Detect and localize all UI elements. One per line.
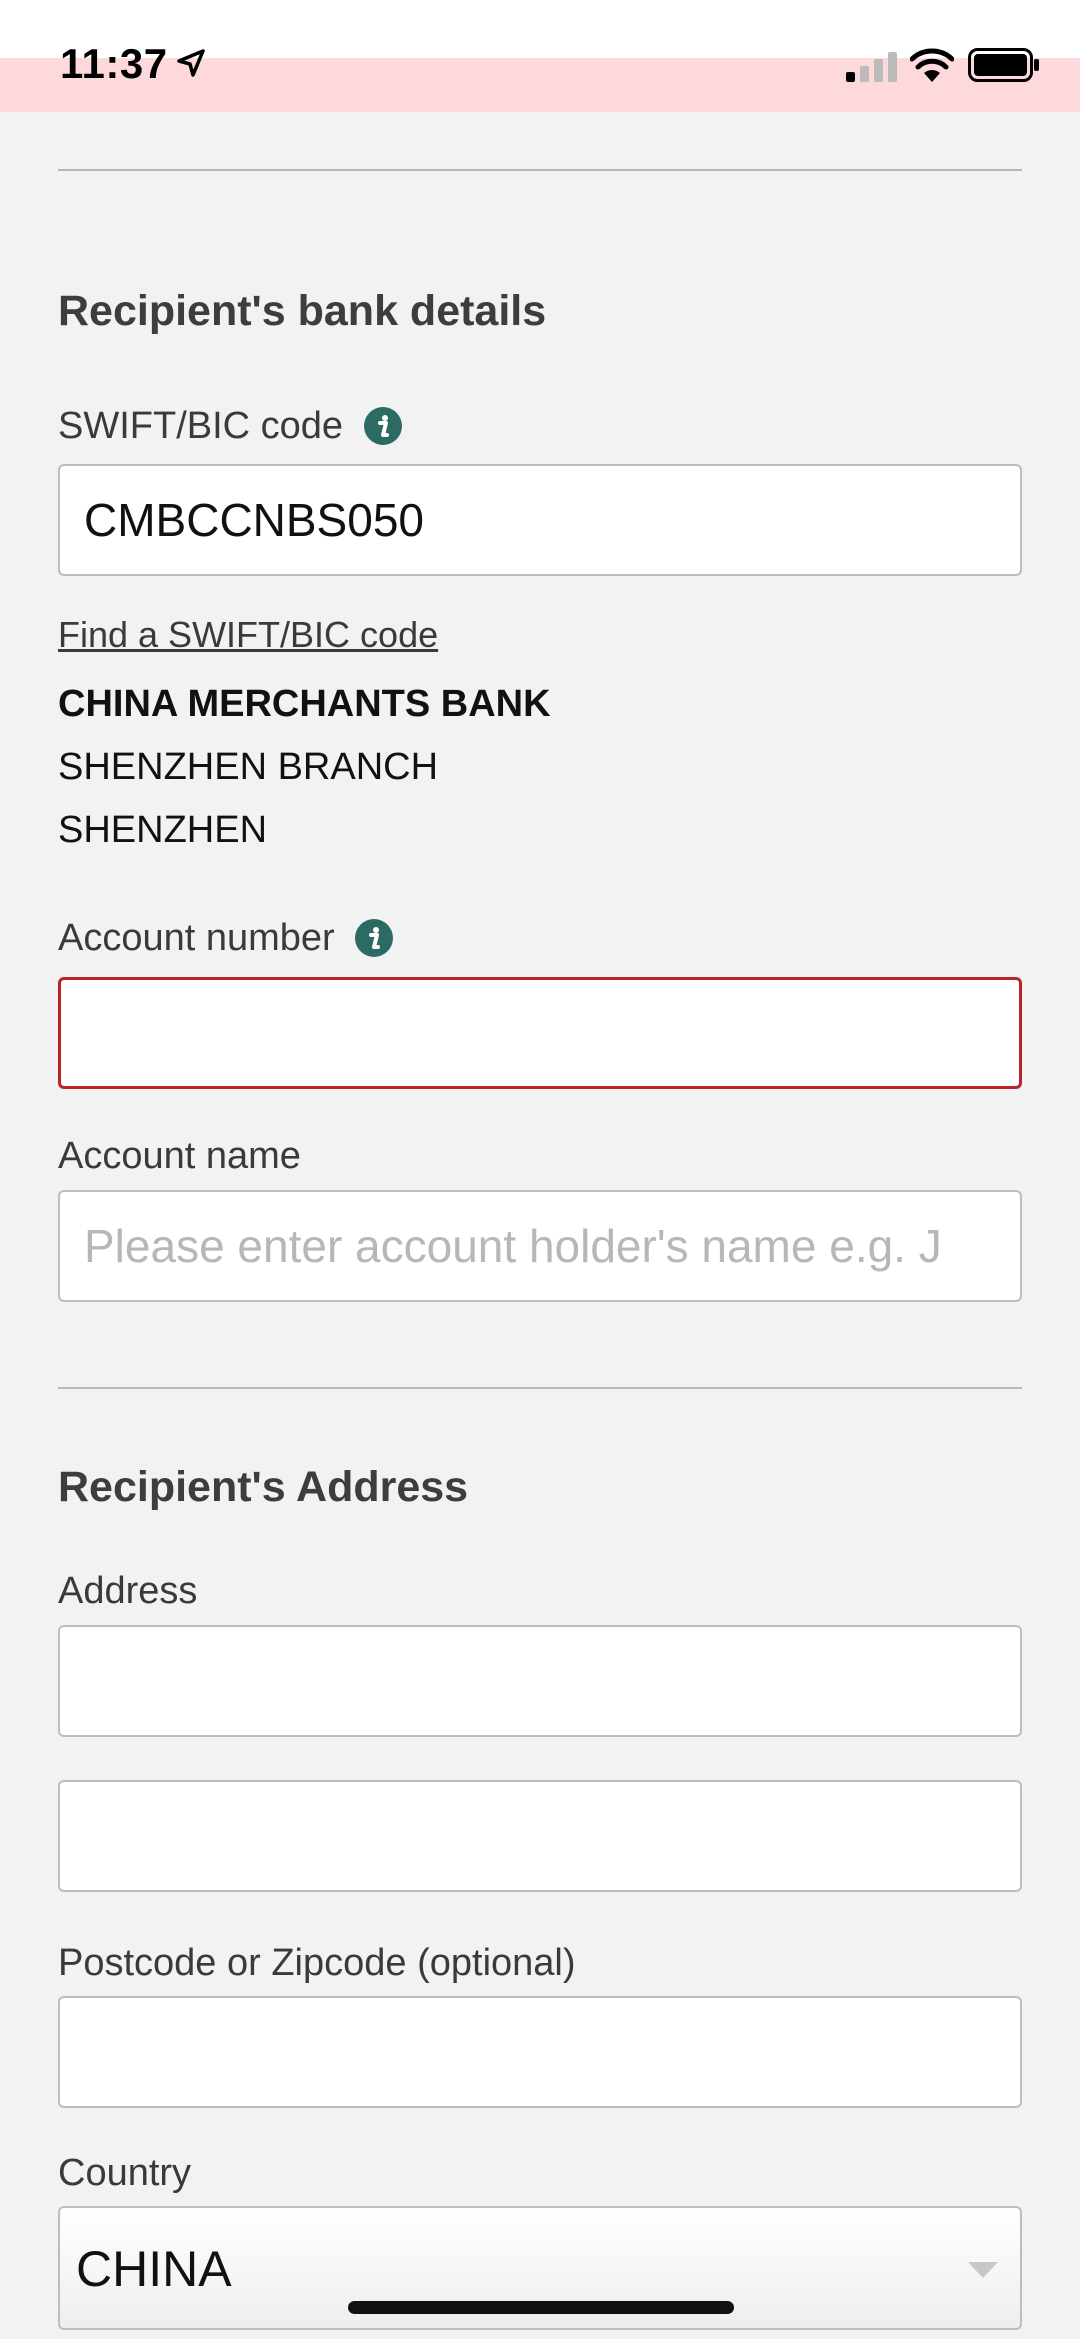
- country-label: Country: [58, 2152, 192, 2194]
- account-name-field[interactable]: [58, 1190, 1022, 1302]
- bank-details-title: Recipient's bank details: [58, 287, 547, 335]
- home-indicator[interactable]: [348, 2301, 734, 2314]
- section-divider: [58, 1387, 1022, 1389]
- account-number-label-row: Account number: [58, 917, 394, 960]
- swift-field[interactable]: [58, 464, 1022, 576]
- wifi-icon: [910, 48, 954, 82]
- address-line2-input[interactable]: [60, 1782, 1004, 1890]
- find-swift-link[interactable]: Find a SWIFT/BIC code: [58, 614, 438, 656]
- address-label: Address: [58, 1570, 198, 1612]
- status-bar: 11:37: [0, 0, 1080, 112]
- bank-branch: SHENZHEN BRANCH: [58, 746, 439, 788]
- swift-label-row: SWIFT/BIC code: [58, 405, 402, 448]
- cellular-signal-icon: [846, 52, 897, 82]
- swift-input[interactable]: [60, 466, 1004, 574]
- bank-name: CHINA MERCHANTS BANK: [58, 683, 551, 725]
- section-divider: [58, 169, 1022, 171]
- address-section-title: Recipient's Address: [58, 1463, 469, 1511]
- address-line1-input[interactable]: [60, 1627, 1004, 1735]
- address-line2-field[interactable]: [58, 1780, 1022, 1892]
- country-value: CHINA: [76, 2241, 232, 2297]
- account-number-field[interactable]: [58, 977, 1022, 1089]
- info-icon[interactable]: [355, 918, 394, 957]
- account-name-label: Account name: [58, 1135, 301, 1177]
- status-time: 11:37: [60, 40, 168, 87]
- postcode-field[interactable]: [58, 1996, 1022, 2108]
- account-name-input[interactable]: [60, 1192, 1004, 1300]
- info-icon[interactable]: [363, 406, 402, 445]
- bank-city: SHENZHEN: [58, 809, 268, 851]
- account-number-input[interactable]: [61, 980, 1005, 1088]
- location-arrow-icon: [177, 49, 205, 77]
- swift-label: SWIFT/BIC code: [58, 405, 344, 447]
- dropdown-caret-icon: [968, 2262, 998, 2278]
- postcode-label: Postcode or Zipcode (optional): [58, 1942, 576, 1984]
- battery-icon: [968, 48, 1039, 82]
- address-line1-field[interactable]: [58, 1625, 1022, 1737]
- postcode-input[interactable]: [60, 1998, 1004, 2106]
- account-number-label: Account number: [58, 917, 335, 959]
